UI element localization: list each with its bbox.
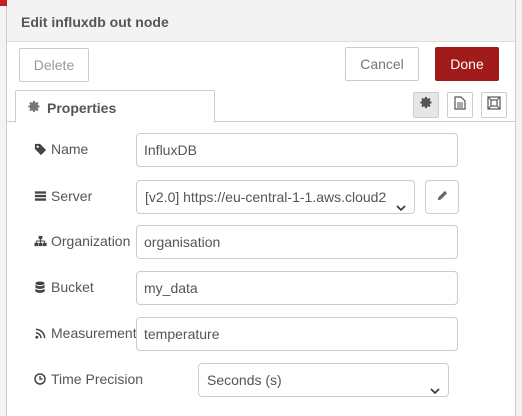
time-precision-label-group: Time Precision bbox=[33, 371, 143, 387]
time-precision-select[interactable]: Seconds (s) bbox=[198, 363, 449, 397]
tab-bar: Properties bbox=[7, 90, 515, 123]
measurement-label-group: Measurement bbox=[33, 325, 137, 341]
description-icon bbox=[454, 95, 466, 115]
server-select-value: [v2.0] https://eu-central-1-1.aws.cloud2 bbox=[145, 189, 387, 205]
clock-icon bbox=[33, 372, 47, 386]
bucket-label: Bucket bbox=[51, 279, 94, 295]
tab-properties[interactable]: Properties bbox=[15, 90, 215, 123]
node-properties-button[interactable] bbox=[413, 92, 439, 118]
measurement-label: Measurement bbox=[51, 325, 137, 341]
tab-properties-label: Properties bbox=[47, 100, 117, 116]
dialog-header: Edit influxdb out node bbox=[7, 0, 515, 42]
red-marker bbox=[0, 0, 7, 6]
right-edge bbox=[515, 0, 522, 416]
time-precision-value: Seconds (s) bbox=[207, 372, 282, 388]
rss-icon bbox=[33, 326, 47, 340]
server-label-group: Server bbox=[33, 188, 92, 204]
organization-label-group: Organization bbox=[33, 233, 130, 249]
chevron-down-icon bbox=[430, 375, 440, 396]
pencil-icon bbox=[437, 188, 448, 206]
node-appearance-button[interactable] bbox=[481, 92, 507, 118]
name-input[interactable]: InfluxDB bbox=[136, 133, 458, 167]
name-label-group: Name bbox=[33, 141, 88, 157]
edit-dialog: Edit influxdb out node Delete Cancel Don… bbox=[7, 0, 515, 416]
edit-server-button[interactable] bbox=[425, 180, 459, 214]
name-label: Name bbox=[51, 141, 89, 157]
gear-icon bbox=[28, 100, 41, 118]
cancel-button[interactable]: Cancel bbox=[345, 47, 419, 81]
node-description-button[interactable] bbox=[447, 92, 473, 118]
gear-icon bbox=[419, 96, 433, 114]
bucket-input[interactable]: my_data bbox=[136, 271, 458, 305]
time-precision-label: Time Precision bbox=[51, 371, 144, 387]
done-button[interactable]: Done bbox=[435, 47, 499, 81]
delete-button[interactable]: Delete bbox=[19, 48, 89, 82]
sitemap-icon bbox=[33, 234, 47, 248]
server-select[interactable]: [v2.0] https://eu-central-1-1.aws.cloud2 bbox=[136, 180, 415, 214]
dialog-title: Edit influxdb out node bbox=[21, 14, 169, 30]
appearance-icon bbox=[487, 95, 501, 115]
database-icon bbox=[33, 280, 47, 294]
server-label: Server bbox=[51, 188, 93, 204]
server-icon bbox=[33, 189, 47, 203]
measurement-input[interactable]: temperature bbox=[136, 317, 458, 351]
chevron-down-icon bbox=[396, 192, 406, 213]
left-edge bbox=[0, 0, 7, 416]
tag-icon bbox=[33, 142, 47, 156]
bucket-label-group: Bucket bbox=[33, 279, 94, 295]
organization-label: Organization bbox=[51, 233, 131, 249]
organization-input[interactable]: organisation bbox=[136, 225, 458, 259]
